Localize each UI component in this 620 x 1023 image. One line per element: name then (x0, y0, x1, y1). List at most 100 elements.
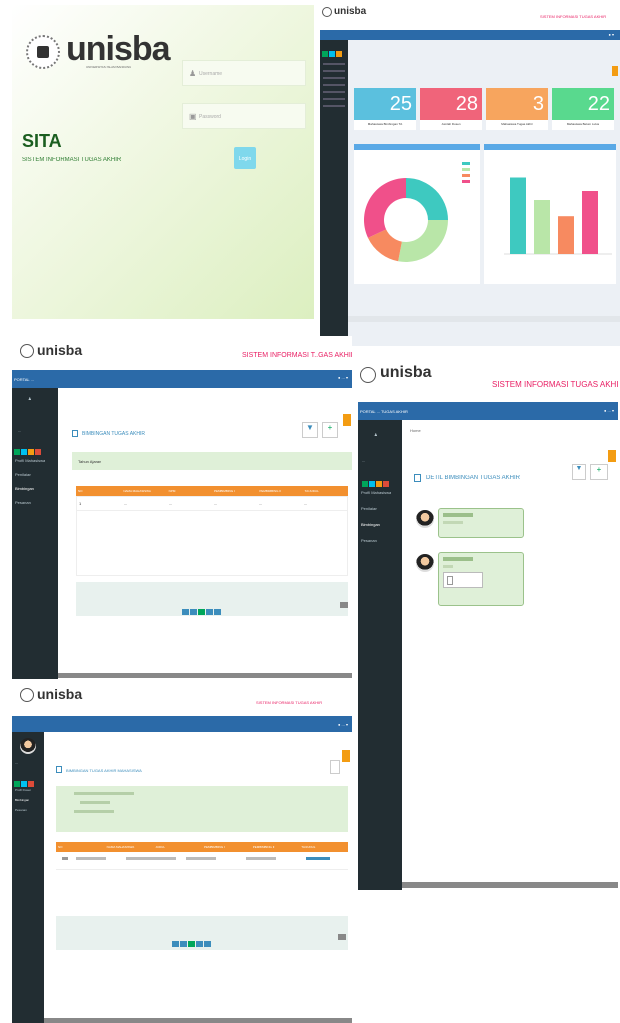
list-user-menu[interactable]: ● ... ▾ (338, 375, 348, 380)
detail-user-avatar (20, 738, 36, 754)
table-column-header: PEMBIMBING I (204, 845, 225, 849)
password-placeholder: Password (199, 114, 221, 120)
detail-download-button[interactable] (330, 760, 340, 774)
sidebar-item-profil[interactable]: Profil Mahasiswa (361, 490, 391, 495)
stat-card-label: Mahasiswa Tugas Akhir (501, 122, 533, 126)
chat-settings-tab[interactable] (608, 450, 616, 462)
stat-card[interactable]: 3 Mahasiswa Tugas Akhir (486, 88, 548, 130)
dashboard-panel: unisba SISTEM INFORMASI TUGAS AKHIR ● ▾ … (320, 4, 620, 346)
stat-card-value: 28 (455, 93, 478, 115)
detail-user-menu[interactable]: ● ... ▾ (338, 722, 348, 727)
dash-logo-text: unisba (334, 6, 367, 17)
sidebar-item-bimbingan[interactable]: Bimbingan (361, 522, 380, 527)
table-cell: 1 (79, 501, 82, 506)
chat-breadcrumb-home[interactable]: Home (410, 428, 421, 433)
donut-segment (398, 220, 448, 262)
list-topbar: PORTAL ... ● ... ▾ (12, 370, 352, 388)
attachment-file[interactable] (443, 572, 483, 588)
donut-segment (406, 178, 448, 220)
table-body: 1............... (76, 496, 348, 576)
legend-swatch (462, 168, 470, 171)
unisba-seal-icon (26, 35, 60, 69)
user-icon: ♟ (189, 69, 197, 78)
chat-add-button[interactable]: + (590, 464, 608, 480)
unisba-seal-icon (20, 344, 34, 358)
table-column-header: NO (78, 489, 83, 493)
download-button[interactable]: ▼ (302, 422, 318, 438)
detail-user-name: ... (15, 760, 19, 765)
detail-panel: unisba SISTEM INFORMASI TUGAS AKHIR ● ..… (12, 680, 352, 1023)
donut-legend (462, 162, 470, 186)
sidebar-item-pesanan[interactable]: Pesanan (361, 538, 377, 543)
detail-table-row (56, 854, 348, 870)
chat-user-menu[interactable]: ● ... ▾ (604, 408, 614, 413)
table-column-header: TA/JUDUL (304, 489, 319, 493)
dash-sidebar-menu (323, 58, 345, 112)
sidebar-item-bimbingan[interactable]: Bimbingan (15, 798, 29, 803)
table-column-header: JUDUL (155, 845, 166, 849)
username-placeholder: Username (199, 71, 223, 77)
stat-card-label: Mahasiswa Bimbingan TA (367, 122, 403, 126)
chat-user-name: ... (362, 458, 366, 463)
detail-sidebar: ... Profil Dosen Bimbingan Pesanan (12, 732, 44, 1023)
table-cell: ... (214, 501, 218, 506)
chat-hscrollbar[interactable] (402, 882, 618, 888)
add-button[interactable]: + (322, 422, 338, 438)
sidebar-item-bimbingan[interactable]: Bimbingan (15, 486, 34, 491)
stat-card[interactable]: 28 Jumlah Dosen (420, 88, 482, 130)
detail-hscrollbar[interactable] (44, 1018, 352, 1023)
login-button[interactable]: Login (234, 147, 256, 169)
table-cell: ... (124, 501, 128, 506)
list-next-button[interactable] (340, 602, 348, 608)
chat-message-1 (438, 508, 524, 538)
username-field[interactable]: ♟ Username (182, 60, 306, 86)
sidebar-item-pesanan[interactable]: Pesanan (15, 808, 27, 813)
sidebar-item-pesanan[interactable]: Pesanan (15, 500, 31, 505)
dash-sidebar (320, 40, 348, 346)
list-user-name: ... (18, 428, 22, 433)
table-cell: ... (304, 501, 308, 506)
sidebar-item-penilaian[interactable]: Penilaian (15, 472, 31, 477)
detail-settings-tab[interactable] (342, 750, 350, 762)
password-field[interactable]: ▣ Password (182, 103, 306, 129)
login-logo-sub: UNIVERSITAS ISLAM BANDUNG (86, 65, 132, 69)
bar (558, 216, 574, 254)
dash-user-menu[interactable]: ● ▾ (608, 32, 614, 37)
list-portal-label: PORTAL ... (14, 377, 34, 382)
page-title-icon (72, 430, 78, 437)
chat-portal-label: PORTAL ... TUGAS AKHIR (360, 409, 408, 414)
detail-table-header: NO NAMA MAHASISWA JUDUL PEMBIMBING I PEMBIMB… (56, 842, 348, 852)
dash-header-title: SISTEM INFORMASI TUGAS AKHIR (540, 14, 607, 19)
bar-chart (504, 177, 612, 255)
table-column-header: NPM (168, 489, 176, 493)
detail-pagination[interactable] (172, 934, 212, 952)
bar (534, 200, 550, 254)
chat-logo-text: unisba (380, 364, 432, 381)
dash-settings-tab[interactable] (612, 66, 618, 76)
login-logo-text: unisba (66, 30, 171, 68)
app-name: SITA (22, 131, 62, 151)
stat-card[interactable]: 25 Mahasiswa Bimbingan TA (354, 88, 416, 130)
stat-card-value: 3 (532, 93, 544, 115)
list-hscrollbar[interactable] (58, 673, 352, 678)
bimbingan-list-panel: unisba SISTEM INFORMASI T..GAS AKHIR POR… (12, 336, 352, 679)
sidebar-item-profil[interactable]: Profil Mahasiswa (15, 458, 45, 463)
legend-swatch (462, 174, 470, 177)
detail-next-button[interactable] (338, 934, 346, 940)
table-column-header: PEMBIMBING I (213, 489, 235, 493)
list-settings-tab[interactable] (343, 414, 351, 426)
sidebar-item-penilaian[interactable]: Penilaian (361, 506, 377, 511)
chat-logo: unisba (360, 364, 432, 388)
lock-icon: ▣ (189, 112, 197, 121)
stat-card[interactable]: 22 Mahasiswa Belum Lulus (552, 88, 614, 130)
pagination[interactable] (182, 602, 222, 620)
chat-download-button[interactable]: ▼ (572, 464, 586, 480)
bar-chart-box (484, 144, 616, 284)
chat-title-icon (414, 474, 421, 482)
detail-info-box (56, 786, 348, 832)
stat-card-value: 25 (389, 93, 412, 115)
unisba-seal-icon (322, 7, 332, 17)
donut-chart-box (354, 144, 480, 284)
list-header-title: SISTEM INFORMASI T..GAS AKHIR (242, 352, 352, 359)
sidebar-item-profil[interactable]: Profil Dosen (15, 788, 31, 793)
